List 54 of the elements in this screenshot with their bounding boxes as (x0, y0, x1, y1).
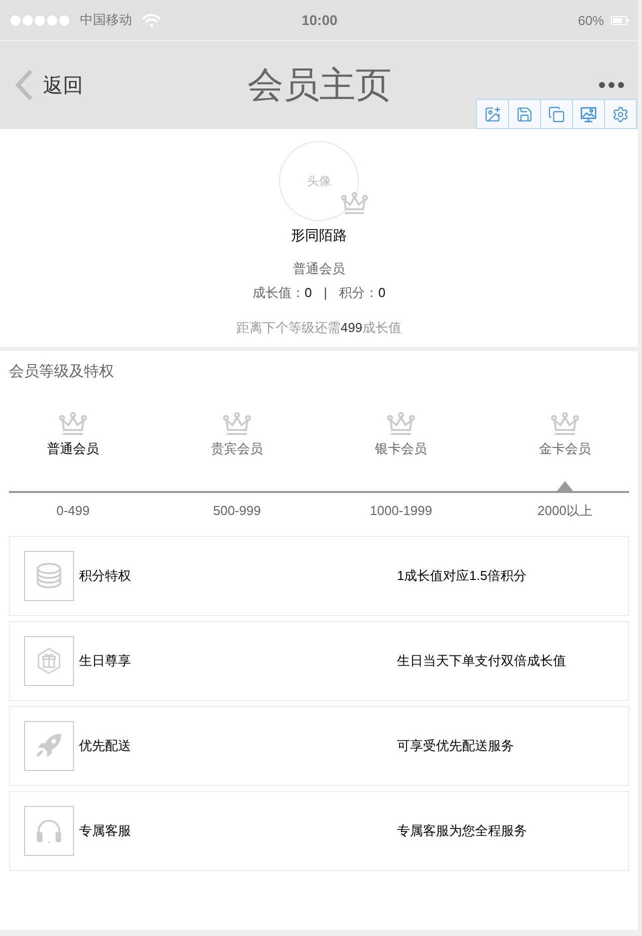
page-title: 会员主页 (248, 63, 392, 107)
rocket-icon (24, 721, 74, 771)
points-value-text: 积分：0 (339, 284, 386, 302)
chevron-left-icon (15, 69, 33, 101)
level-range: 2000以上 (536, 502, 594, 520)
level-name: 金卡会员 (539, 440, 591, 458)
crown-icon (59, 412, 87, 436)
picture-screen-icon (580, 106, 597, 122)
privilege-description: 可享受优先配送服务 (397, 737, 515, 755)
privilege-description: 生日当天下单支付双倍成长值 (397, 652, 567, 670)
carrier-text: 中国移动 (80, 11, 132, 29)
crown-icon (387, 412, 415, 436)
crown-icon (551, 412, 579, 436)
level-range: 0-499 (55, 502, 91, 520)
wifi-icon (142, 12, 161, 28)
settings-icon (612, 106, 629, 122)
save-icon (516, 106, 533, 122)
battery-text: 60% (578, 12, 604, 28)
image-screen-button[interactable] (572, 99, 605, 129)
coins-icon (24, 551, 74, 601)
member-level: 普通会员 (293, 260, 345, 278)
copy-icon (548, 106, 565, 122)
settings-button[interactable] (604, 99, 637, 129)
level-name: 贵宾会员 (211, 440, 263, 458)
add-image-button[interactable] (476, 99, 509, 129)
headset-icon (24, 806, 74, 856)
level-range: 500-999 (212, 502, 262, 520)
battery-icon (611, 16, 629, 24)
privilege-name: 生日尊享 (79, 652, 132, 670)
avatar-label: 头像 (307, 172, 331, 190)
image-plus-icon (484, 106, 501, 122)
privilege-description: 专属客服为您全程服务 (397, 822, 528, 840)
privilege-description: 1成长值对应1.5倍积分 (397, 567, 528, 585)
crown-icon (341, 192, 368, 215)
more-icon (599, 82, 624, 88)
back-button[interactable]: 返回 (15, 69, 83, 101)
more-button[interactable] (599, 82, 624, 88)
growth-value-text: 成长值：0 (252, 284, 312, 302)
signal-icon (10, 14, 70, 26)
privilege-name: 积分特权 (79, 567, 132, 585)
save-button[interactable] (508, 99, 541, 129)
privilege-name: 优先配送 (79, 737, 132, 755)
gift-icon (24, 636, 74, 686)
stats-separator: | (324, 284, 328, 302)
section-title: 会员等级及特权 (9, 362, 115, 382)
level-range: 1000-1999 (368, 502, 434, 520)
next-level-hint: 距离下个等级还需499成长值 (236, 319, 402, 337)
level-name: 银卡会员 (375, 440, 427, 458)
time-text: 10:00 (302, 12, 338, 28)
level-name: 普通会员 (47, 440, 99, 458)
crown-icon (223, 412, 251, 436)
copy-button[interactable] (540, 99, 573, 129)
privilege-name: 专属客服 (79, 822, 132, 840)
member-name: 形同陌路 (291, 226, 347, 245)
